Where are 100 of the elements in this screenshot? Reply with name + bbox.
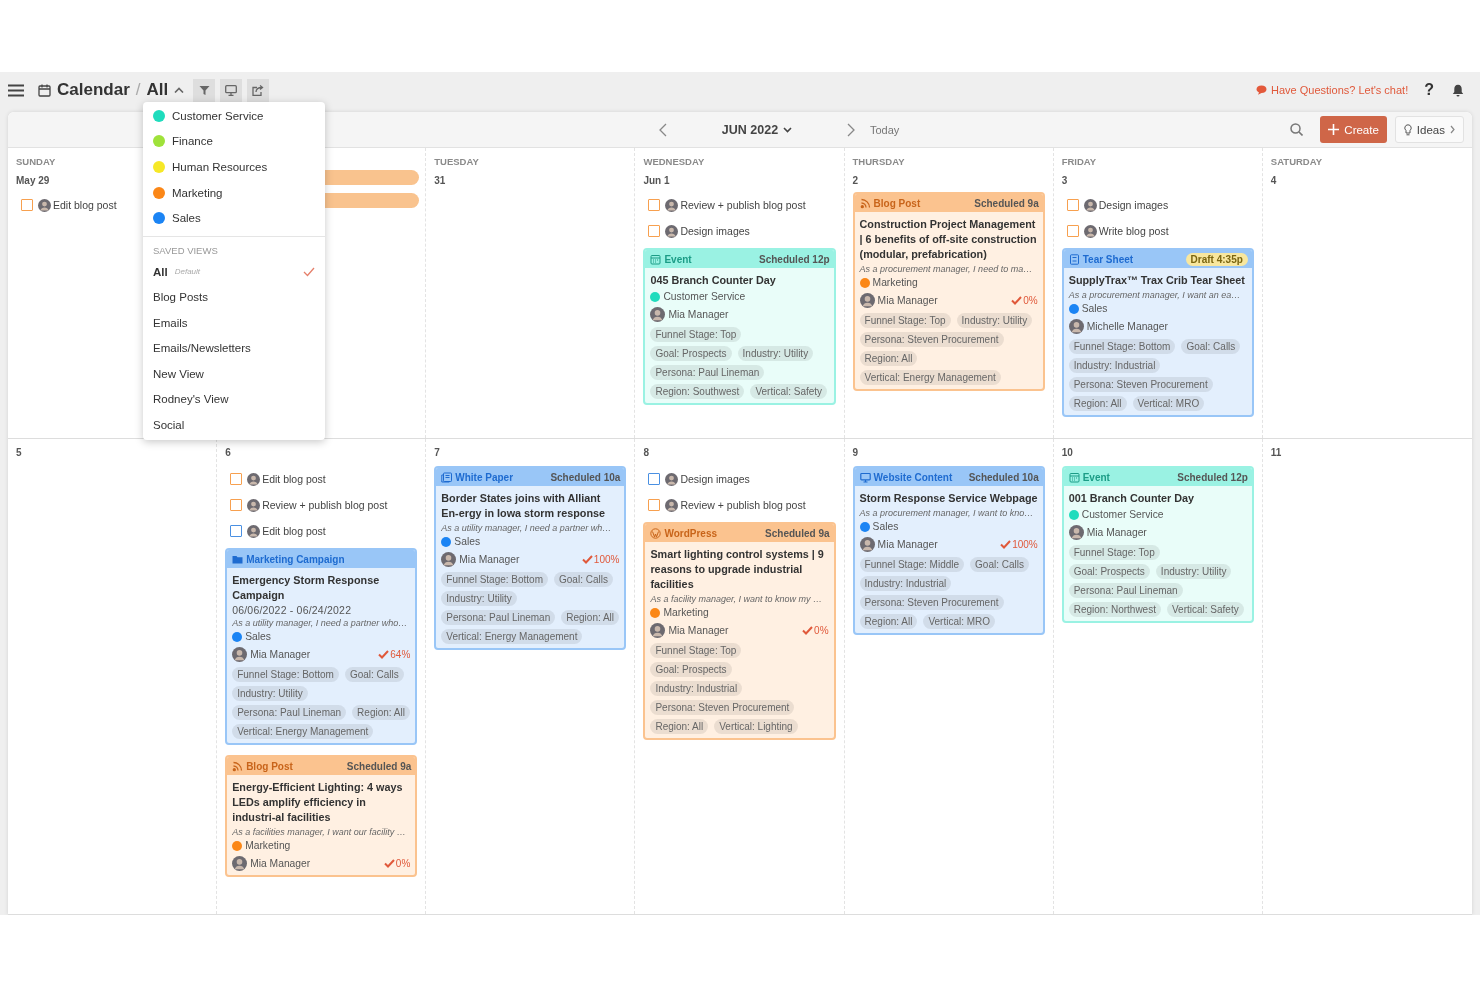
content-card[interactable] — [852, 192, 1045, 391]
avatar-icon — [441, 552, 457, 567]
task-label[interactable]: Review + publish blog post — [680, 199, 806, 211]
check-icon — [383, 859, 395, 868]
team-filter-item[interactable]: Sales — [143, 205, 325, 231]
tag-chip: Funnel Stage: Top — [1068, 545, 1160, 560]
card-status: Scheduled 9a — [765, 527, 830, 539]
team-name: Sales — [172, 212, 201, 225]
section-heading: SAVED VIEWS — [152, 244, 219, 258]
tag-chip: Vertical: Energy Management — [859, 370, 1001, 385]
task-checkbox[interactable] — [1066, 225, 1079, 237]
avatar-icon — [247, 524, 261, 538]
owner-name: Mia Manager — [459, 554, 520, 565]
task-label[interactable]: Review + publish blog post — [680, 499, 806, 511]
task-checkbox[interactable] — [230, 473, 243, 485]
team-filter-item[interactable]: Finance — [143, 128, 325, 155]
card-type-icon — [859, 471, 871, 483]
chevron-right-icon — [1450, 125, 1455, 134]
task-label[interactable]: Review + publish blog post — [262, 499, 388, 511]
tag-chip: Funnel Stage: Middle — [859, 557, 965, 572]
content-card[interactable]: Event Scheduled 12p 045 Branch Counter Day Customer Service Mia Manager Funnel Stage: Top Goal: Prospects Industry: Utility Persona: Paul Lineman Region: Southwest Vertical: Safety — [643, 248, 836, 405]
task-checkbox[interactable] — [230, 525, 243, 537]
share-button[interactable] — [247, 78, 270, 102]
task-checkbox[interactable] — [1066, 199, 1079, 211]
content-card[interactable] — [1061, 248, 1254, 417]
chevron-right-icon — [847, 122, 855, 137]
saved-view-item[interactable]: Blog Posts — [143, 284, 325, 310]
content-card[interactable] — [643, 522, 836, 740]
team-filter-item[interactable]: Marketing — [143, 179, 325, 206]
content-card[interactable] — [225, 548, 418, 745]
tag-chip: Goal: Prospects — [650, 346, 732, 361]
tag-chip: Funnel Stage: Top — [650, 327, 742, 342]
saved-view-item[interactable]: Emails/Newsletters — [143, 335, 325, 361]
card-type: Website Content — [873, 471, 953, 483]
card-type-icon — [650, 527, 662, 539]
task-checkbox[interactable] — [648, 225, 661, 237]
filter-icon — [198, 84, 210, 96]
content-card[interactable]: Event Scheduled 12p 001 Branch Counter Day Customer Service Mia Manager Funnel Stage: Top Goal: Prospects Industry: Utility Persona: Paul Lineman Region: Northwest Vertical: Safety — [1061, 466, 1254, 623]
view-name: Emails — [153, 316, 188, 329]
card-description: As a facilities manager, I want our facility … — [232, 827, 407, 837]
task-label[interactable]: Edit blog post — [262, 473, 326, 485]
task-label[interactable]: Design images — [1098, 199, 1169, 211]
content-card[interactable] — [434, 466, 627, 650]
card-type: Marketing Campaign — [246, 553, 345, 565]
avatar-icon — [665, 198, 679, 212]
ideas-button[interactable]: Ideas — [1394, 116, 1464, 143]
page-title: Calendar — [57, 80, 130, 100]
progress-percent: 100% — [1012, 539, 1038, 550]
menu-icon[interactable] — [8, 83, 24, 97]
saved-view-item[interactable]: All Default — [143, 258, 325, 285]
task-label[interactable]: Write blog post — [1098, 225, 1169, 237]
task-label[interactable]: Edit blog post — [53, 199, 117, 211]
card-type: White Paper — [455, 471, 514, 483]
filter-button[interactable] — [193, 78, 216, 102]
tag-chip: Industry: Industrial — [1068, 358, 1161, 373]
avatar-icon — [1083, 198, 1097, 212]
month-selector[interactable]: JUN 2022 — [674, 121, 840, 138]
saved-view-item[interactable]: Rodney's View — [143, 386, 325, 412]
team-filter-item[interactable]: Customer Service — [143, 103, 325, 129]
chat-icon[interactable] — [1256, 85, 1267, 95]
search-icon[interactable] — [1290, 123, 1304, 136]
date-label: 8 — [643, 447, 650, 458]
task-checkbox[interactable] — [648, 473, 661, 485]
help-button[interactable]: ? — [1424, 81, 1434, 99]
content-card[interactable] — [852, 466, 1045, 635]
card-title: Storm Response Service Webpage — [859, 491, 1038, 506]
task-checkbox[interactable] — [648, 199, 661, 211]
date-label: Jun 1 — [643, 175, 671, 186]
tag-chip: Industry: Industrial — [650, 681, 743, 696]
task-label[interactable]: Edit blog post — [262, 525, 326, 537]
avatar-icon — [859, 293, 875, 308]
progress-percent: 0% — [814, 625, 829, 636]
task-label[interactable]: Design images — [680, 225, 750, 237]
card-type-icon — [650, 253, 662, 265]
view-name: New View — [153, 367, 204, 380]
team-filter-item[interactable]: Human Resources — [143, 154, 325, 180]
tag-chip: Funnel Stage: Bottom — [232, 667, 339, 682]
saved-view-item[interactable]: Emails — [143, 309, 325, 336]
saved-view-item[interactable]: Social — [143, 411, 325, 438]
caret-up-icon[interactable] — [174, 87, 185, 93]
saved-view-item[interactable]: New View — [143, 360, 325, 387]
avatar-icon — [665, 224, 679, 238]
team-name: Customer Service — [172, 109, 264, 122]
today-button[interactable]: Today — [866, 121, 904, 138]
bell-icon[interactable] — [1452, 83, 1464, 97]
avatar-icon — [232, 647, 248, 662]
task-label[interactable]: Design images — [680, 473, 750, 485]
date-label: 10 — [1061, 447, 1074, 458]
create-button[interactable]: Create — [1320, 116, 1387, 143]
present-button[interactable] — [220, 78, 243, 102]
view-name: Rodney's View — [153, 393, 229, 406]
task-checkbox[interactable] — [230, 499, 243, 511]
view-selector[interactable]: All — [146, 80, 169, 100]
task-checkbox[interactable] — [21, 199, 33, 211]
owner-name: Mia Manager — [877, 295, 938, 306]
task-checkbox[interactable] — [648, 499, 661, 511]
card-title: Border States joins with Alliant En-ergy in Iowa storm response — [441, 491, 607, 521]
avatar-icon — [247, 498, 261, 512]
tag-chip: Region: All — [561, 610, 620, 625]
content-card[interactable]: Blog Post Scheduled 9a Energy-Efficient Lighting: 4 ways LEDs amplify efficiency in industri-al facilities As a facilities manager, I want our facility … Marketing Mia Manager 0% — [225, 755, 418, 877]
